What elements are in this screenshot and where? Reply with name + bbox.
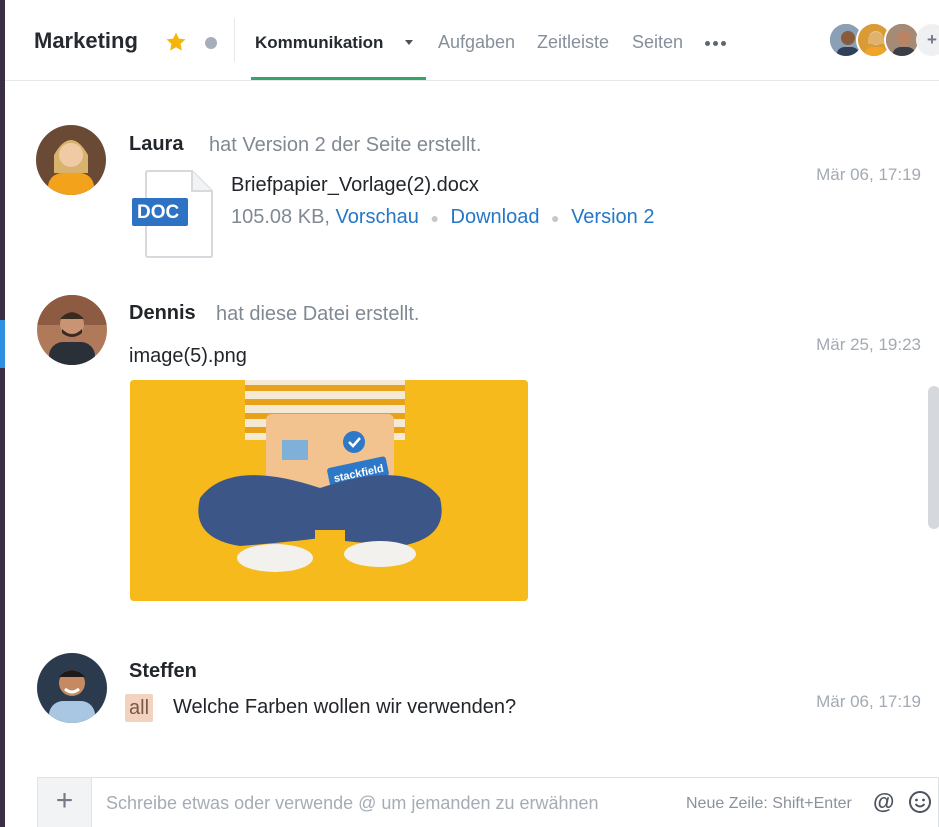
chevron-down-icon[interactable] xyxy=(405,40,413,45)
mention-icon[interactable]: @ xyxy=(873,789,894,815)
avatar[interactable] xyxy=(37,653,107,723)
image-preview[interactable]: stackfield xyxy=(130,380,528,601)
author-name[interactable]: Laura xyxy=(129,133,183,156)
scrollbar-thumb[interactable] xyxy=(928,386,939,529)
header-divider xyxy=(234,18,235,62)
timestamp: Mär 06, 17:19 xyxy=(816,692,921,711)
preview-link[interactable]: Vorschau xyxy=(336,206,419,228)
image-file-name[interactable]: image(5).png xyxy=(129,345,247,368)
activity-description: hat Version 2 der Seite erstellt. xyxy=(209,134,482,156)
add-member-button[interactable]: + xyxy=(916,24,939,56)
doc-badge-label: DOC xyxy=(137,202,180,223)
tab-aufgaben[interactable]: Aufgaben xyxy=(438,32,515,53)
download-link[interactable]: Download xyxy=(451,206,540,228)
message-text: Welche Farben wollen wir verwenden? xyxy=(173,696,517,718)
tab-zeitleiste[interactable]: Zeitleiste xyxy=(537,32,609,53)
avatar[interactable] xyxy=(884,22,920,58)
doc-file-icon[interactable]: DOC xyxy=(132,169,216,259)
tab-seiten[interactable]: Seiten xyxy=(632,32,683,53)
channel-header: Marketing Kommunikation Aufgaben Zeitlei… xyxy=(5,0,939,81)
author-name[interactable]: Dennis xyxy=(129,302,196,325)
member-avatars[interactable]: + xyxy=(828,22,939,62)
activity-feed: Laura hat Version 2 der Seite erstellt. … xyxy=(5,81,939,773)
file-size: 105.08 KB, xyxy=(231,206,330,228)
tab-kommunikation[interactable]: Kommunikation xyxy=(255,33,383,53)
mention-tag[interactable]: all xyxy=(125,694,154,722)
message-input[interactable] xyxy=(106,778,666,827)
separator-dot: ● xyxy=(430,210,439,226)
avatar[interactable] xyxy=(37,295,107,365)
timestamp: Mär 06, 17:19 xyxy=(816,165,921,184)
separator-dot: ● xyxy=(551,210,560,226)
emoji-icon[interactable] xyxy=(908,790,932,814)
message-composer: + Neue Zeile: Shift+Enter @ xyxy=(37,777,939,827)
active-tab-underline xyxy=(251,77,426,80)
activity-description: hat diese Datei erstellt. xyxy=(216,303,420,325)
star-icon[interactable] xyxy=(164,30,188,54)
add-attachment-button[interactable]: + xyxy=(38,778,92,827)
version-link[interactable]: Version 2 xyxy=(571,206,654,228)
timestamp: Mär 25, 19:23 xyxy=(816,335,921,354)
newline-hint: Neue Zeile: Shift+Enter xyxy=(686,795,852,812)
page-title: Marketing xyxy=(34,28,138,53)
file-meta: 105.08 KB, Vorschau ● Download ● Version… xyxy=(231,206,654,229)
status-dot[interactable] xyxy=(205,37,217,49)
file-name[interactable]: Briefpapier_Vorlage(2).docx xyxy=(231,174,479,197)
more-horizontal-icon[interactable] xyxy=(705,41,726,46)
author-name[interactable]: Steffen xyxy=(129,660,197,683)
avatar[interactable] xyxy=(36,125,106,195)
